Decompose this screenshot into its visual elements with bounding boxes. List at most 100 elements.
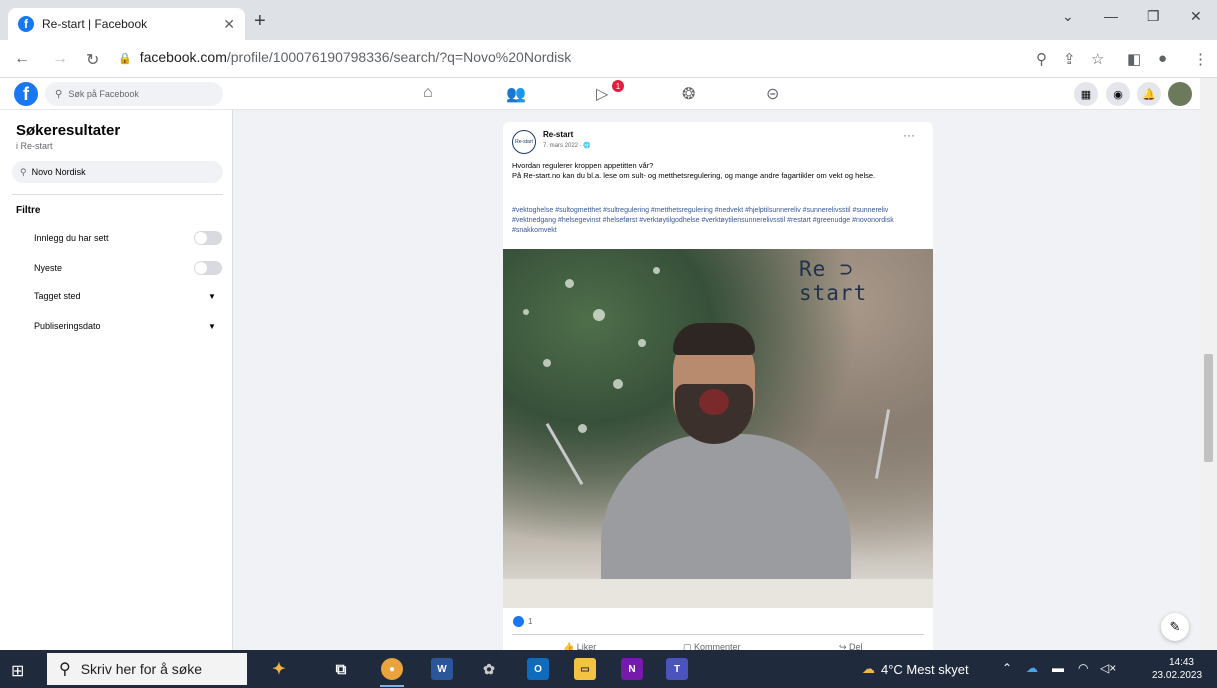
post-text-line: På Re-start.no kan du bl.a. lese om sult… bbox=[512, 171, 876, 180]
post-reactions[interactable]: 1 bbox=[513, 616, 532, 627]
windows-start-icon[interactable]: ⊞ bbox=[11, 661, 24, 681]
facebook-favicon-icon: f bbox=[18, 16, 34, 32]
post-date[interactable]: 7. mars 2022 · 🌐 bbox=[543, 142, 591, 149]
close-tab-icon[interactable]: ✕ bbox=[223, 16, 235, 33]
show-hidden-icons-icon[interactable]: ⌃ bbox=[1002, 661, 1012, 675]
weather-text: 4°C Mest skyet bbox=[881, 661, 969, 677]
cloudy-weather-icon: ☁ bbox=[862, 661, 875, 676]
groups-icon[interactable]: ❂ bbox=[682, 84, 695, 104]
weather-widget[interactable]: ☁ 4°C Mest skyet bbox=[862, 661, 969, 677]
comment-icon: ▢ bbox=[683, 642, 695, 650]
sidebar-search-input[interactable]: ⚲ Novo Nordisk bbox=[12, 161, 223, 183]
url-host: facebook.com bbox=[139, 49, 227, 65]
share-button[interactable]: ↪ Del bbox=[839, 642, 863, 650]
new-tab-icon[interactable]: + bbox=[254, 10, 266, 33]
scrollbar-thumb[interactable] bbox=[1204, 354, 1213, 462]
side-panel-icon[interactable]: ◧ bbox=[1127, 50, 1141, 68]
task-view-icon[interactable]: ⧉ bbox=[330, 658, 352, 680]
watch-icon[interactable]: ▷ bbox=[596, 84, 608, 104]
active-app-indicator bbox=[380, 685, 404, 687]
search-placeholder: Søk på Facebook bbox=[68, 89, 139, 99]
zoom-icon[interactable]: ⚲ bbox=[1036, 50, 1047, 68]
messenger-icon[interactable]: ◉ bbox=[1106, 82, 1130, 106]
restore-icon[interactable]: ❐ bbox=[1147, 8, 1160, 25]
comment-label: Kommenter bbox=[694, 642, 741, 650]
taskbar-search-placeholder: Skriv her for å søke bbox=[80, 661, 203, 677]
search-highlight-icon[interactable]: ✦ bbox=[268, 658, 290, 680]
file-explorer-icon[interactable]: ▭ bbox=[574, 658, 596, 680]
share-label: Del bbox=[849, 642, 863, 650]
chrome-icon[interactable]: ● bbox=[381, 658, 403, 680]
onedrive-icon[interactable]: ☁ bbox=[1026, 661, 1038, 675]
wifi-icon[interactable]: ◠ bbox=[1078, 661, 1088, 675]
teams-icon[interactable]: T bbox=[666, 658, 688, 680]
filter-publish-date[interactable]: Publiseringsdato bbox=[34, 321, 101, 331]
menu-grid-icon[interactable]: ▦ bbox=[1074, 82, 1098, 106]
close-window-icon[interactable]: ✕ bbox=[1190, 8, 1202, 25]
paint-icon[interactable]: ✿ bbox=[478, 658, 500, 680]
post-hashtags[interactable]: #vektoghelse #sultogmetthet #sultreguler… bbox=[512, 206, 932, 236]
reload-icon[interactable]: ↻ bbox=[86, 50, 99, 70]
onenote-icon[interactable]: N bbox=[621, 658, 643, 680]
forward-icon[interactable]: → bbox=[52, 50, 68, 68]
facebook-logo-icon[interactable]: f bbox=[14, 82, 38, 106]
minimize-icon[interactable]: — bbox=[1104, 8, 1118, 24]
facebook-top-bar: f ⚲ Søk på Facebook ⌂ 👥 ▷ 1 ❂ ⊝ ▦ ◉ 🔔 bbox=[0, 78, 1200, 110]
notification-badge: 1 bbox=[612, 80, 624, 92]
back-icon[interactable]: ← bbox=[14, 50, 30, 68]
url-path: /profile/100076190798336/search/?q=Novo%… bbox=[226, 49, 572, 65]
chevron-down-icon[interactable]: ▼ bbox=[208, 322, 216, 331]
bookmark-star-icon[interactable]: ☆ bbox=[1091, 50, 1104, 68]
like-button[interactable]: 👍 Liker bbox=[563, 642, 596, 650]
home-icon[interactable]: ⌂ bbox=[423, 84, 433, 102]
tab-search-icon[interactable]: ⌄ bbox=[1062, 8, 1074, 25]
post-author-avatar[interactable]: Re-start bbox=[512, 130, 536, 154]
profile-icon[interactable]: ● bbox=[1158, 50, 1167, 67]
post-text: Hvordan regulerer kroppen appetitten vår… bbox=[512, 161, 932, 181]
search-results: Re-start Re-start 7. mars 2022 · 🌐 ··· H… bbox=[233, 110, 1200, 650]
divider bbox=[12, 194, 223, 195]
browser-tab[interactable]: f Re-start | Facebook ✕ bbox=[8, 8, 245, 40]
taskbar-clock[interactable]: 14:43 23.02.2023 bbox=[1152, 656, 1203, 682]
menu-icon[interactable]: ⋮ bbox=[1193, 50, 1208, 68]
battery-icon[interactable]: ▬ bbox=[1052, 661, 1064, 675]
outlook-icon[interactable]: O bbox=[527, 658, 549, 680]
search-icon: ⚲ bbox=[59, 661, 71, 678]
more-options-icon[interactable]: ··· bbox=[903, 128, 915, 142]
image-person-hair bbox=[673, 323, 755, 355]
taskbar-search-input[interactable]: ⚲ Skriv her for å søke bbox=[47, 653, 247, 685]
filter-seen-posts-toggle[interactable] bbox=[194, 231, 222, 245]
sidebar-title: Søkeresultater bbox=[16, 122, 121, 139]
volume-icon[interactable]: ◁× bbox=[1100, 661, 1116, 675]
post-image[interactable]: Re ⊃ start bbox=[503, 249, 933, 608]
post-author[interactable]: Re-start bbox=[543, 130, 573, 139]
clock-time: 14:43 bbox=[1168, 657, 1194, 668]
tab-title: Re-start | Facebook bbox=[42, 17, 148, 31]
notifications-bell-icon[interactable]: 🔔 bbox=[1137, 82, 1161, 106]
filter-seen-posts-label: Innlegg du har sett bbox=[34, 233, 109, 243]
filter-tagged-place[interactable]: Tagget sted bbox=[34, 291, 81, 301]
search-icon: ⚲ bbox=[20, 166, 27, 177]
image-fork bbox=[545, 422, 584, 486]
url-field[interactable]: 🔒 facebook.com/profile/100076190798336/se… bbox=[118, 49, 571, 65]
new-message-icon[interactable]: ✎ bbox=[1161, 613, 1189, 641]
friends-icon[interactable]: 👥 bbox=[506, 84, 526, 104]
word-icon[interactable]: W bbox=[431, 658, 453, 680]
clock-date: 23.02.2023 bbox=[1152, 670, 1203, 681]
gaming-icon[interactable]: ⊝ bbox=[766, 84, 779, 104]
facebook-search-input[interactable]: ⚲ Søk på Facebook bbox=[45, 82, 223, 106]
page-scrollbar[interactable] bbox=[1200, 78, 1217, 650]
chevron-down-icon[interactable]: ▼ bbox=[208, 292, 216, 301]
filters-heading: Filtre bbox=[16, 205, 41, 216]
share-icon[interactable]: ⇪ bbox=[1063, 50, 1076, 68]
filter-newest-toggle[interactable] bbox=[194, 261, 222, 275]
post-text-line: Hvordan regulerer kroppen appetitten vår… bbox=[512, 161, 654, 170]
comment-button[interactable]: ▢ Kommenter bbox=[683, 642, 741, 650]
search-sidebar: Søkeresultater i Re-start ⚲ Novo Nordisk… bbox=[0, 110, 233, 650]
lock-icon: 🔒 bbox=[118, 53, 132, 65]
search-icon: ⚲ bbox=[55, 88, 63, 100]
image-restart-logo: Re ⊃ start bbox=[799, 257, 868, 305]
account-avatar[interactable] bbox=[1168, 82, 1192, 106]
divider bbox=[512, 634, 924, 635]
post-card: Re-start Re-start 7. mars 2022 · 🌐 ··· H… bbox=[503, 122, 933, 650]
